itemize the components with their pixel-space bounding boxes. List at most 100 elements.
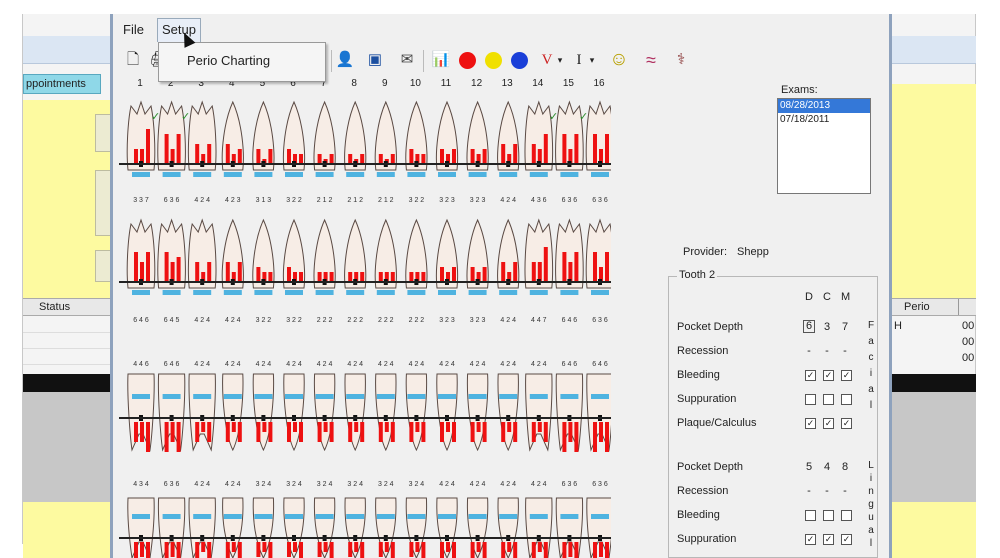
lingual-bleeding-checkbox[interactable] — [841, 510, 852, 521]
lingual-recession-m[interactable]: - — [839, 485, 851, 497]
bleeding-bar — [134, 149, 138, 164]
exams-listbox[interactable]: 08/28/2013 07/18/2011 — [777, 98, 871, 194]
bleeding-bar — [195, 144, 200, 164]
chevron-down-icon[interactable]: ▾ — [555, 50, 565, 70]
menu-setup[interactable]: Setup — [157, 18, 201, 42]
bleeding-bar — [231, 422, 236, 432]
facial-pocket-depth-c[interactable]: 3 — [821, 321, 833, 333]
bleeding-bar — [237, 149, 242, 164]
yellow-dot-icon[interactable] — [483, 50, 503, 70]
pocket-band — [254, 514, 273, 519]
perio-charting-window: File Setup 🗋 🖨 👤 ▣ ✉ 📊 V ▾ I ▾ ☺ ≈ ⚕ Per… — [110, 14, 892, 558]
facial-bleeding-checkbox[interactable]: ✓ — [823, 370, 834, 381]
pocket-band — [438, 394, 456, 399]
person-icon[interactable]: 👤 — [335, 50, 355, 70]
pocket-band — [254, 290, 273, 295]
tooth-detail-panel: Tooth 2 D C M Pocket Depth 6 3 7 Recessi… — [668, 269, 878, 558]
bleeding-bar — [568, 422, 573, 442]
bleeding-bar — [207, 144, 212, 164]
menu-item-perio-charting[interactable]: Perio Charting — [187, 53, 270, 68]
bleeding-bar — [256, 422, 261, 442]
envelope-icon[interactable]: ✉ — [397, 50, 417, 70]
new-document-icon[interactable]: 🗋 — [123, 50, 143, 70]
lingual-pocket-depth-m[interactable]: 8 — [839, 461, 851, 473]
red-dot-icon[interactable] — [457, 50, 477, 70]
pocket-depth-label: 4 2 4 — [194, 197, 210, 204]
menu-file[interactable]: File — [123, 22, 144, 37]
lingual-suppuration-checkbox[interactable]: ✓ — [823, 534, 834, 545]
bleeding-bar — [299, 272, 303, 282]
facial-plaque-checkbox[interactable]: ✓ — [841, 418, 852, 429]
side-button[interactable] — [95, 114, 111, 152]
facial-bleeding-checkbox[interactable]: ✓ — [841, 370, 852, 381]
bleeding-bar — [195, 542, 200, 558]
bleeding-bar — [390, 154, 395, 164]
bleeding-bar — [195, 262, 200, 282]
pocket-depth-label: 3 3 7 — [133, 197, 149, 204]
chevron-down-icon[interactable]: ▾ — [587, 50, 597, 70]
pocket-depth-label: 2 1 2 — [317, 197, 333, 204]
facial-recession-m[interactable]: - — [839, 345, 851, 357]
tooth-icon[interactable]: ⚕ — [671, 50, 691, 70]
bleeding-bar — [421, 154, 426, 164]
bleeding-bar — [176, 257, 181, 282]
lingual-suppuration-checkbox[interactable]: ✓ — [805, 534, 816, 545]
bleeding-bar — [146, 129, 150, 164]
facial-pocket-depth-m[interactable]: 7 — [839, 321, 851, 333]
bleeding-bar — [482, 149, 487, 164]
pocket-band — [254, 172, 273, 177]
appointments-tab[interactable]: ppointments — [23, 74, 101, 94]
lingual-pocket-depth-c[interactable]: 4 — [821, 461, 833, 473]
exam-item[interactable]: 08/28/2013 — [778, 99, 870, 113]
pocket-depth-label: 4 2 4 — [317, 361, 333, 368]
facial-suppuration-checkbox[interactable] — [823, 394, 834, 405]
side-button[interactable] — [95, 170, 111, 236]
pocket-depth-label: 3 2 2 — [286, 317, 302, 324]
perio-tooth-chart[interactable]: 3 3 7 6 3 6 4 2 4 4 2 3 3 1 3 3 2 2 2 1 2 2 1 2… — [119, 94, 611, 558]
pocket-band — [407, 394, 426, 399]
facial-recession-c[interactable]: - — [821, 345, 833, 357]
user-card-icon[interactable]: ▣ — [365, 50, 385, 70]
facial-pocket-depth-d[interactable]: 6 — [803, 320, 815, 333]
pocket-band — [499, 172, 518, 177]
bar-chart-icon[interactable]: 📊 — [431, 50, 451, 70]
pocket-depth-label: 4 2 3 — [225, 197, 241, 204]
pocket-band — [376, 394, 395, 399]
pocket-depth-label: 2 2 2 — [347, 317, 363, 324]
bleeding-bar — [415, 542, 420, 552]
pocket-depth-label: 3 2 4 — [286, 481, 302, 488]
lingual-bleeding-checkbox[interactable] — [805, 510, 816, 521]
v-marker-icon[interactable]: V — [537, 50, 557, 70]
lingual-recession-c[interactable]: - — [821, 485, 833, 497]
smiley-icon[interactable]: ☺ — [609, 50, 629, 70]
pocket-band — [223, 172, 242, 177]
bleeding-bar — [323, 542, 328, 552]
facial-recession-d[interactable]: - — [803, 345, 815, 357]
perio-column-header[interactable]: Perio — [892, 298, 976, 316]
lingual-letter: L — [868, 460, 874, 471]
blue-dot-icon[interactable] — [509, 50, 529, 70]
facial-suppuration-checkbox[interactable] — [841, 394, 852, 405]
facial-plaque-checkbox[interactable]: ✓ — [823, 418, 834, 429]
tooth-panel-title: Tooth 2 — [677, 269, 718, 281]
graph-line-icon[interactable]: ≈ — [641, 50, 661, 70]
bleeding-bar — [348, 154, 353, 164]
side-button[interactable] — [95, 250, 111, 282]
facial-plaque-checkbox[interactable]: ✓ — [805, 418, 816, 429]
provider-label: Provider: — [683, 246, 728, 258]
bleeding-bar — [378, 542, 383, 557]
i-marker-icon[interactable]: I — [569, 50, 589, 70]
lingual-recession-d[interactable]: - — [803, 485, 815, 497]
exam-item[interactable]: 07/18/2011 — [778, 113, 870, 127]
status-column-header[interactable]: Status — [23, 298, 111, 316]
lingual-bleeding-checkbox[interactable] — [823, 510, 834, 521]
lingual-suppuration-checkbox[interactable]: ✓ — [841, 534, 852, 545]
lingual-pocket-depth-d[interactable]: 5 — [803, 461, 815, 473]
facial-bleeding-checkbox[interactable]: ✓ — [805, 370, 816, 381]
bleeding-bar — [531, 262, 536, 282]
bleeding-bar — [562, 542, 567, 558]
facial-suppuration-checkbox[interactable] — [805, 394, 816, 405]
pocket-band — [346, 290, 365, 295]
bleeding-bar — [348, 422, 353, 442]
selected-row-bar — [23, 374, 111, 392]
